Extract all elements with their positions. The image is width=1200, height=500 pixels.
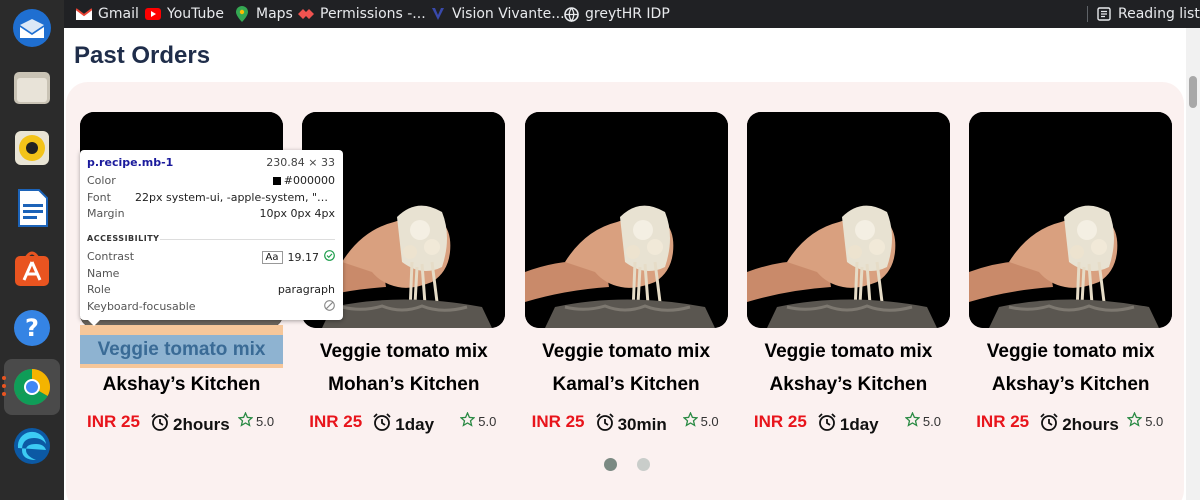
order-rating: 5.0 — [459, 411, 496, 430]
order-image — [969, 112, 1173, 328]
running-indicator — [2, 384, 6, 388]
recipe-name: Veggie tomato mix — [986, 341, 1155, 362]
order-price: INR 25 — [753, 412, 807, 431]
writer-icon[interactable] — [10, 186, 54, 230]
order-rating: 5.0 — [1126, 411, 1163, 430]
alarm-clock-icon — [1039, 412, 1059, 437]
order-meta: INR 25 2hours 5.0 — [969, 410, 1172, 434]
order-price: INR 25 — [531, 412, 585, 431]
not-focusable-icon — [324, 300, 335, 314]
bookmark-gmail[interactable]: Gmail — [76, 0, 139, 28]
bookmark-greythr[interactable]: greytHR IDP — [563, 0, 670, 28]
permissions-icon — [298, 6, 314, 22]
delivery-time: 30min — [595, 412, 667, 437]
page-title: Past Orders — [74, 42, 211, 69]
order-meta: INR 25 1day 5.0 — [747, 410, 950, 434]
accessibility-heading: ACCESSIBILITY — [87, 234, 160, 243]
scrollbar-thumb[interactable] — [1189, 76, 1197, 108]
bookmark-youtube[interactable]: YouTube — [145, 0, 224, 28]
kitchen-name: Mohan’s Kitchen — [328, 374, 480, 395]
color-swatch — [272, 176, 281, 185]
gmail-icon — [76, 6, 92, 22]
order-card[interactable]: Veggie tomato mix Kamal’s Kitchen INR 25… — [524, 112, 728, 434]
devtools-element-highlight: Veggie tomato mix — [80, 325, 283, 368]
check-circle-icon — [324, 250, 335, 264]
software-center-icon[interactable] — [10, 246, 54, 290]
order-meta: INR 25 30min 5.0 — [525, 410, 728, 434]
alarm-clock-icon — [372, 412, 392, 437]
reading-list-icon — [1096, 6, 1112, 22]
star-icon — [904, 411, 921, 430]
bookmark-vision-vivante[interactable]: Vision Vivante... — [430, 0, 565, 28]
order-image — [746, 112, 950, 328]
star-icon — [237, 411, 254, 430]
files-icon[interactable] — [10, 66, 54, 110]
kitchen-name: Akshay’s Kitchen — [102, 374, 261, 395]
maps-icon — [234, 6, 250, 22]
chrome-icon[interactable] — [4, 359, 60, 415]
help-icon[interactable]: ? — [10, 306, 54, 350]
order-rating: 5.0 — [681, 411, 719, 430]
delivery-time: 2hours — [150, 412, 230, 437]
vision-icon — [430, 6, 446, 22]
recipe-name: Veggie tomato mix — [764, 341, 933, 362]
order-price: INR 25 — [309, 412, 363, 431]
running-indicator — [2, 376, 6, 380]
highlighted-recipe-name: Veggie tomato mix — [97, 339, 266, 360]
globe-icon — [563, 6, 579, 22]
running-indicator — [2, 392, 6, 396]
kitchen-name: Akshay’s Kitchen — [991, 374, 1150, 395]
delivery-time: 1day — [817, 412, 879, 437]
order-card[interactable]: Veggie tomato mix Akshay’s Kitchen INR 2… — [746, 112, 950, 434]
youtube-icon — [145, 6, 161, 22]
star-icon — [1126, 411, 1143, 430]
order-rating: 5.0 — [237, 411, 274, 430]
svg-text:?: ? — [25, 314, 39, 342]
order-image — [524, 112, 728, 328]
tooltip-divider — [160, 239, 335, 240]
alarm-clock-icon — [817, 412, 837, 437]
order-price: INR 25 — [976, 412, 1030, 431]
order-meta: INR 25 2hours 5.0 — [80, 410, 283, 434]
carousel-pagination — [604, 458, 650, 471]
star-icon — [459, 411, 476, 430]
bookmark-maps[interactable]: Maps — [234, 0, 293, 28]
recipe-name: Veggie tomato mix — [319, 341, 488, 362]
edge-icon[interactable] — [10, 424, 54, 468]
order-rating: 5.0 — [904, 411, 941, 430]
tooltip-size: 230.84 × 33 — [266, 156, 335, 169]
alarm-clock-icon — [150, 412, 170, 437]
tooltip-selector: p.recipe.mb-1 — [87, 156, 174, 169]
bookmarks-bar: Gmail YouTube Maps Permissions -... Visi… — [64, 0, 1200, 28]
carousel-dot-1[interactable] — [604, 458, 617, 471]
delivery-time: 1day — [372, 412, 434, 437]
delivery-time: 2hours — [1039, 412, 1119, 437]
contrast-badge: Aa — [261, 250, 283, 264]
bookmark-permissions[interactable]: Permissions -... — [298, 0, 426, 28]
carousel-dot-2[interactable] — [637, 458, 650, 471]
order-meta: INR 25 1day 5.0 — [302, 410, 505, 434]
thunderbird-icon[interactable] — [10, 6, 54, 50]
star-icon — [681, 411, 699, 430]
rhythmbox-icon[interactable] — [10, 126, 54, 170]
order-card[interactable]: Veggie tomato mix Akshay’s Kitchen INR 2… — [969, 112, 1173, 434]
devtools-inspect-tooltip: p.recipe.mb-1 230.84 × 33 Color #000000 Fo… — [80, 150, 343, 326]
page-scrollbar[interactable] — [1186, 28, 1200, 500]
recipe-name: Veggie tomato mix — [542, 341, 711, 362]
alarm-clock-icon — [595, 412, 615, 437]
app-dock: ? — [0, 0, 64, 500]
reading-list-button[interactable]: Reading list — [1096, 0, 1200, 28]
kitchen-name: Akshay’s Kitchen — [769, 374, 928, 395]
kitchen-name: Kamal’s Kitchen — [552, 374, 700, 395]
order-price: INR 25 — [87, 412, 140, 431]
bookmarks-separator — [1087, 6, 1088, 22]
